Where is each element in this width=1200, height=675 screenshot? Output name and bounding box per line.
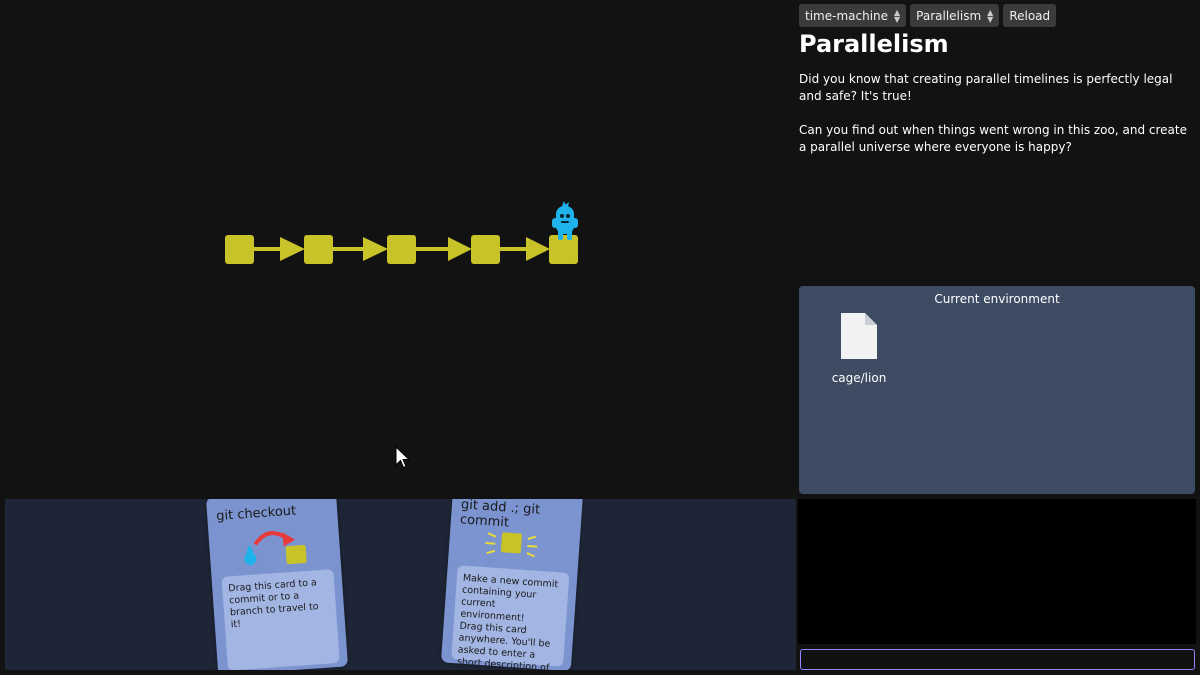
file-item[interactable]: cage/lion [829, 311, 889, 385]
card-description: Make a new commit containing your curren… [451, 565, 570, 670]
checkout-illustration-icon [244, 531, 307, 567]
select-arrows-icon: ▲ ▼ [894, 7, 901, 24]
commit-node[interactable] [387, 235, 416, 264]
mouse-cursor-icon [395, 446, 411, 469]
command-input[interactable] [800, 649, 1195, 670]
level-description-paragraph: Can you find out when things went wrong … [799, 123, 1187, 154]
head-character-icon[interactable] [549, 200, 581, 242]
environment-title: Current environment [934, 292, 1060, 306]
chapter-select[interactable]: time-machine ▲ ▼ [799, 4, 907, 27]
level-select[interactable]: Parallelism ▲ ▼ [910, 4, 1000, 27]
card-title: git checkout [215, 503, 297, 525]
reload-button[interactable]: Reload [1003, 4, 1057, 27]
file-name: cage/lion [831, 371, 887, 385]
cards-panel: git checkout Drag this card to a commit … [5, 499, 796, 670]
card-git-commit[interactable]: git add .; git commit Make a new commit … [440, 499, 584, 670]
commit-node[interactable] [471, 235, 500, 264]
level-description-paragraph: Did you know that creating parallel time… [799, 72, 1173, 103]
commit-node[interactable] [304, 235, 333, 264]
edge-arrow [526, 237, 550, 261]
commit-illustration-icon [485, 532, 538, 558]
current-environment-panel: Current environment cage/lion [799, 286, 1195, 494]
file-icon [841, 313, 877, 359]
app-root: git checkout Drag this card to a commit … [0, 0, 1200, 675]
commit-graph[interactable] [0, 0, 795, 498]
terminal-output [798, 499, 1196, 644]
card-description: Drag this card to a commit or to a branc… [221, 569, 340, 670]
edge-arrow [448, 237, 472, 261]
chapter-select-value: time-machine [805, 8, 889, 23]
select-arrows-icon: ▲ ▼ [987, 7, 994, 24]
edge-arrow [363, 237, 388, 261]
level-description: Did you know that creating parallel time… [799, 71, 1194, 173]
commit-node[interactable] [225, 235, 254, 264]
level-title: Parallelism [799, 30, 949, 58]
level-toolbar: time-machine ▲ ▼ Parallelism ▲ ▼ Reload [799, 4, 1057, 27]
edge-arrow [280, 237, 305, 261]
card-git-checkout[interactable]: git checkout Drag this card to a commit … [205, 499, 349, 670]
level-select-value: Parallelism [916, 8, 982, 23]
